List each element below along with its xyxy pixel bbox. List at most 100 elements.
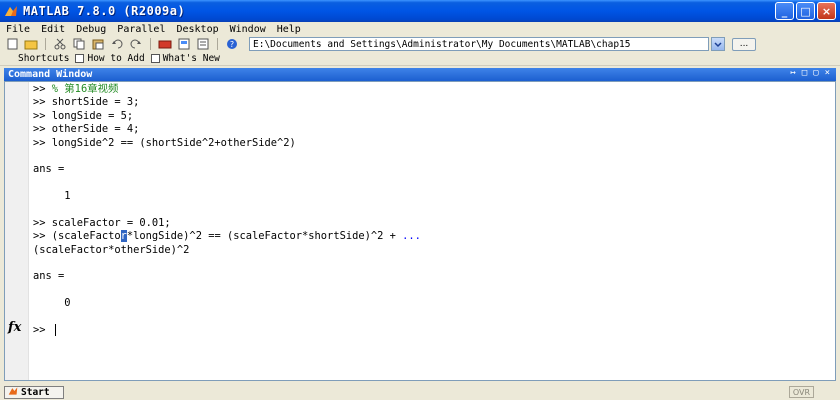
close-pane-icon[interactable]: × (825, 68, 830, 78)
command-line: >> % 第16章视频 (33, 83, 421, 96)
prompt: >> (33, 324, 52, 337)
toolbar: ? E:\Documents and Settings\Administrato… (0, 37, 840, 51)
help-icon[interactable]: ? (224, 38, 240, 50)
folder-dropdown-button[interactable] (711, 37, 725, 51)
command-line: (scaleFactor*otherSide)^2 (33, 244, 421, 257)
text-cursor (54, 324, 56, 337)
command-text: otherSide = 4; (51, 123, 140, 136)
maximize-icon: □ (800, 4, 811, 18)
command-text: shortSide = 3; (51, 96, 140, 109)
prompt: >> (33, 123, 52, 136)
start-label: Start (21, 386, 50, 398)
fx-function-browser-icon[interactable]: fx (8, 320, 21, 335)
toolbar-divider (45, 38, 46, 50)
redo-icon[interactable] (128, 38, 144, 50)
menu-file[interactable]: File (6, 24, 30, 35)
command-text: scaleFactor = 0.01; (51, 216, 171, 229)
menu-help[interactable]: Help (277, 24, 301, 35)
browse-folder-button[interactable]: ... (732, 37, 756, 51)
close-button[interactable]: × (817, 2, 836, 20)
undo-icon[interactable] (109, 38, 125, 50)
shortcut-label: What's New (162, 52, 220, 64)
command-line: >> otherSide = 4; (33, 123, 421, 136)
window-title: MATLAB 7.8.0 (R2009a) (23, 4, 186, 18)
command-line: >> (scaleFactor*longSide)^2 == (scaleFac… (33, 230, 421, 243)
minimize-icon: _ (781, 4, 788, 18)
command-window[interactable]: fx >> % 第16章视频 >> shortSide = 3; >> longSi… (4, 81, 836, 381)
command-line: 1 (33, 190, 421, 203)
shortcut-label: How to Add (87, 52, 145, 64)
command-line: ans = (33, 163, 421, 176)
menu-window[interactable]: Window (230, 24, 266, 35)
menu-bar: File Edit Debug Parallel Desktop Window … (0, 22, 840, 37)
prompt: >> (33, 96, 52, 109)
command-line: >> shortSide = 3; (33, 96, 421, 109)
close-icon: × (821, 4, 832, 18)
simulink-icon[interactable] (157, 38, 173, 50)
minimize-button[interactable]: _ (775, 2, 794, 20)
menu-parallel[interactable]: Parallel (117, 24, 165, 35)
start-button[interactable]: Start (4, 385, 64, 399)
current-folder-field[interactable]: E:\Documents and Settings\Administrator\… (249, 37, 709, 51)
menu-edit[interactable]: Edit (41, 24, 65, 35)
command-output[interactable]: >> % 第16章视频 >> shortSide = 3; >> longSide … (33, 83, 421, 337)
copy-icon[interactable] (71, 38, 87, 50)
minimize-pane-icon[interactable]: ▢ (813, 68, 818, 78)
menu-desktop[interactable]: Desktop (176, 24, 218, 35)
shortcuts-label[interactable]: Shortcuts (18, 53, 69, 64)
shortcuts-bar: Shortcuts How to Add What's New (0, 51, 840, 66)
command-text: ans = (33, 270, 65, 283)
command-line: ans = (33, 270, 421, 283)
overwrite-indicator: OVR (788, 386, 814, 398)
prompt: >> (33, 216, 52, 229)
command-line: >> (33, 324, 421, 337)
profiler-icon[interactable] (195, 38, 211, 50)
svg-text:?: ? (230, 40, 234, 49)
command-window-header: Command Window ↦ □ ▢ × (4, 68, 836, 81)
undock-icon[interactable]: ↦ (790, 68, 795, 78)
prompt: >> (33, 109, 52, 122)
comment-text: % 第16章视频 (51, 83, 119, 95)
command-text: 0 (33, 297, 71, 310)
prompt: >> (33, 230, 52, 243)
shortcut-icon (150, 53, 160, 63)
command-line: 0 (33, 297, 421, 310)
prompt: >> (33, 136, 52, 149)
title-bar: MATLAB 7.8.0 (R2009a) _ □ × (0, 0, 840, 22)
command-line (33, 150, 421, 163)
open-folder-icon[interactable] (23, 38, 39, 50)
toolbar-divider (217, 38, 218, 50)
matlab-start-icon (8, 386, 18, 399)
command-line: >> longSide^2 == (shortSide^2+otherSide^… (33, 137, 421, 150)
cut-icon[interactable] (52, 38, 68, 50)
command-gutter (5, 82, 29, 380)
maximize-pane-icon[interactable]: □ (802, 68, 807, 78)
command-line (33, 311, 421, 324)
command-text: (scaleFacto (51, 230, 121, 243)
command-text: longSide^2 == (shortSide^2+otherSide^2) (51, 136, 296, 149)
command-text: *longSide)^2 == (scaleFactor*shortSide)^… (126, 230, 403, 243)
command-text: 1 (33, 190, 71, 203)
command-text: (scaleFactor*otherSide)^2 (33, 243, 190, 256)
status-bar: Start OVR (0, 384, 840, 400)
guide-icon[interactable] (176, 38, 192, 50)
command-line (33, 257, 421, 270)
continuation-marker: ... (402, 230, 421, 243)
command-line (33, 284, 421, 297)
prompt: >> (33, 83, 52, 95)
command-line (33, 204, 421, 217)
command-window-title: Command Window (8, 69, 93, 80)
command-line: >> longSide = 5; (33, 110, 421, 123)
command-line (33, 177, 421, 190)
toolbar-divider (150, 38, 151, 50)
matlab-logo-icon (4, 4, 18, 18)
menu-debug[interactable]: Debug (76, 24, 106, 35)
paste-icon[interactable] (90, 38, 106, 50)
chevron-down-icon (714, 38, 722, 51)
command-text: longSide = 5; (51, 109, 134, 122)
shortcut-whats-new[interactable]: What's New (150, 52, 220, 64)
command-text: ans = (33, 163, 65, 176)
new-file-icon[interactable] (4, 38, 20, 50)
shortcut-how-to-add[interactable]: How to Add (75, 52, 145, 64)
maximize-button[interactable]: □ (796, 2, 815, 20)
